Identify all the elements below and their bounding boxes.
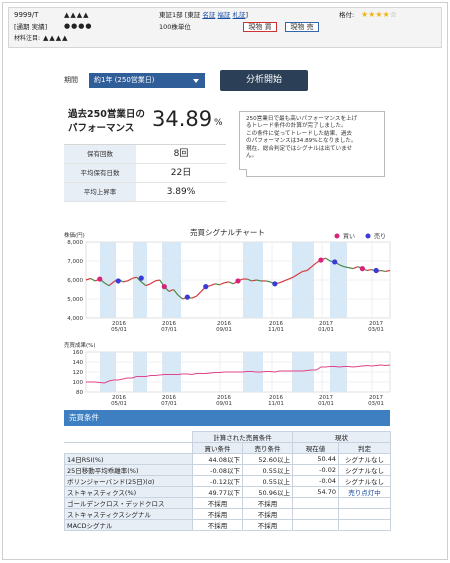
cash-buy-button[interactable]: 現物 買 bbox=[243, 22, 277, 32]
analysis-note: 250営業日で最も高いパフォーマンスを上げ るトレード条件の計算が完了しました。… bbox=[239, 111, 385, 177]
performance-title-line1: 過去250営業日の bbox=[68, 109, 145, 120]
period-label: 期間 bbox=[64, 76, 78, 84]
market-link-fukuoka[interactable]: 福証 bbox=[217, 11, 230, 19]
performance-unit: % bbox=[214, 118, 223, 128]
market-link-sapporo[interactable]: 札証 bbox=[233, 11, 246, 19]
conditions-table: 計算された売買条件 現状 買い条件 売り条件 現在値 判定 14日RSI(%) … bbox=[64, 431, 391, 531]
star-icon: ★ bbox=[375, 10, 383, 19]
conditions-section-title: 売買条件 bbox=[64, 410, 390, 426]
performance-title-line2: パフォーマンス bbox=[68, 123, 135, 134]
period-results-label: [通期 実績] bbox=[14, 23, 48, 31]
table-row: ゴールデンクロス・デッドクロス 不採用 不採用 bbox=[64, 497, 391, 509]
group-header-conditions: 計算された売買条件 bbox=[192, 431, 293, 443]
table-row: ボリンジャーバンド(25日)(σ) -0.12以下 0.55以上 -0.04 シ… bbox=[64, 475, 391, 487]
performance-value: 34.89 bbox=[152, 107, 213, 131]
period-select[interactable]: 約1年 (250営業日) bbox=[89, 73, 205, 88]
table-row: 14日RSI(%) 44.08以下 52.60以上 50.44 シグナルなし bbox=[64, 453, 391, 465]
col-header-judge: 判定 bbox=[338, 442, 391, 454]
stat-row: 保有回数 8回 bbox=[64, 145, 226, 164]
rating-label: 格付: bbox=[339, 11, 355, 19]
chart-title: 売買シグナルチャート bbox=[190, 228, 265, 237]
table-row: 25日移動平均乖離率(%) -0.08以下 0.55以上 -0.02 シグナルな… bbox=[64, 464, 391, 476]
material-attention-label: 材料注目: bbox=[14, 35, 41, 42]
star-icon: ☆ bbox=[389, 10, 397, 19]
stat-row: 平均上昇率 3.89% bbox=[64, 183, 226, 202]
col-header-current: 現在値 bbox=[292, 442, 339, 454]
trading-unit: 100株単位 bbox=[159, 23, 191, 31]
stock-header: 9999/T ▲▲▲▲ 東証1部 [東証 名証 福証 札証] 格付: ★★★★☆… bbox=[8, 7, 442, 48]
note-corner bbox=[239, 169, 247, 177]
market-link-nagoya[interactable]: 名証 bbox=[202, 11, 215, 19]
cash-sell-button[interactable]: 現物 売 bbox=[285, 22, 319, 32]
table-row: ストキャスティクスシグナル 不採用 不採用 bbox=[64, 508, 391, 520]
table-row: MACDシグナル 不採用 不採用 bbox=[64, 519, 391, 531]
attention-marks: ▲▲▲▲ bbox=[43, 34, 69, 42]
sell-signal-status: 売り点灯中 bbox=[338, 486, 391, 498]
stock-code: 9999/T bbox=[14, 11, 39, 19]
col-header-sell: 売り条件 bbox=[242, 442, 293, 454]
stat-row: 平均保有日数 22日 bbox=[64, 164, 226, 183]
rating-stars: ★★★★☆ bbox=[361, 11, 397, 19]
market-label: 東証1部 [東証 名証 福証 札証] bbox=[159, 11, 249, 19]
table-row: ストキャスティクス(%) 49.77以下 50.96以上 54.70 売り点灯中 bbox=[64, 486, 391, 498]
start-analysis-button[interactable]: 分析開始 bbox=[220, 70, 308, 91]
indicator-marks: ▲▲▲▲ bbox=[64, 11, 90, 19]
results-marks: ●●●● bbox=[64, 22, 93, 30]
star-icon: ★ bbox=[382, 10, 390, 19]
col-header-buy: 買い条件 bbox=[192, 442, 243, 454]
group-header-status: 現状 bbox=[292, 431, 391, 443]
chevron-down-icon bbox=[193, 79, 199, 83]
